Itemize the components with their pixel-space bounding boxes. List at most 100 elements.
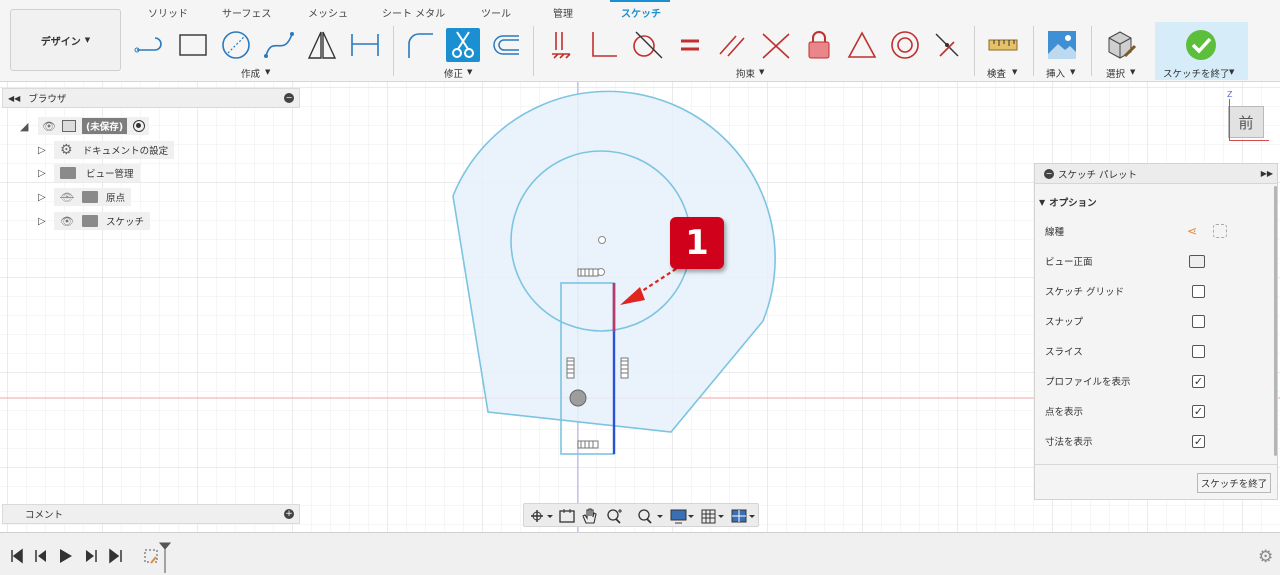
insert-group-label[interactable]: 挿入 bbox=[1046, 66, 1065, 80]
line-icon[interactable] bbox=[133, 28, 167, 62]
offset-icon[interactable] bbox=[489, 28, 523, 62]
finish-sketch-label[interactable]: スケッチを終了 bbox=[1163, 66, 1230, 80]
select-cube-icon[interactable] bbox=[1103, 28, 1137, 62]
panel-minimize-icon[interactable]: − bbox=[284, 93, 294, 103]
insert-image-icon[interactable] bbox=[1045, 28, 1079, 62]
tree-expand-icon[interactable]: ▷ bbox=[38, 145, 54, 156]
tab-sketch[interactable]: スケッチ bbox=[621, 5, 661, 20]
trim-scissors-icon[interactable] bbox=[446, 28, 480, 62]
sketch-grid-checkbox[interactable] bbox=[1192, 284, 1205, 298]
comments-panel-header[interactable]: コメント + bbox=[2, 504, 300, 524]
option-label: 点を表示 bbox=[1045, 407, 1084, 418]
center-point bbox=[598, 236, 606, 244]
timeline-settings-gear-icon[interactable]: ⚙ bbox=[1258, 547, 1273, 567]
option-row: スナップ bbox=[1045, 311, 1269, 331]
option-row: ビュー正面 bbox=[1045, 251, 1269, 271]
workspace-label: デザイン bbox=[40, 36, 81, 48]
snap-checkbox[interactable] bbox=[1192, 314, 1205, 328]
parallel-icon[interactable] bbox=[716, 28, 750, 62]
concentric-icon[interactable] bbox=[888, 28, 922, 62]
collapse-left-icon[interactable]: ◀◀ bbox=[8, 94, 20, 103]
folder-icon bbox=[60, 167, 76, 179]
palette-scrollbar[interactable] bbox=[1274, 186, 1277, 456]
spline-icon[interactable] bbox=[262, 28, 296, 62]
tab-solid[interactable]: ソリッド bbox=[148, 5, 188, 20]
active-tab-indicator bbox=[610, 0, 670, 2]
modify-group-label[interactable]: 修正 bbox=[444, 66, 463, 80]
browser-root-row[interactable]: ◢ 👁 (未保存) bbox=[20, 117, 150, 135]
workspace-switcher[interactable]: デザイン ▼ bbox=[10, 9, 121, 71]
tree-item-origin[interactable]: ▷ 👁 原点 bbox=[38, 188, 131, 206]
view-cube-axis: Z bbox=[1227, 90, 1233, 99]
tree-item-sketches[interactable]: ▷ 👁 スケッチ bbox=[38, 212, 150, 230]
navigation-bar bbox=[523, 503, 759, 527]
options-section-header[interactable]: ▼ オプション bbox=[1039, 192, 1269, 212]
option-label: 寸法を表示 bbox=[1045, 437, 1093, 448]
show-points-checkbox[interactable]: ✓ bbox=[1192, 404, 1205, 418]
option-row: スライス bbox=[1045, 341, 1269, 361]
browser-title: ブラウザ bbox=[28, 94, 67, 105]
triangle-icon[interactable] bbox=[845, 28, 879, 62]
finish-sketch-button[interactable]: スケッチを終了 bbox=[1197, 473, 1271, 493]
inspect-group-label[interactable]: 検査 bbox=[987, 66, 1006, 80]
activate-radio-icon[interactable] bbox=[133, 120, 146, 132]
tree-expand-icon[interactable]: ▷ bbox=[38, 168, 54, 179]
slice-checkbox[interactable] bbox=[1192, 344, 1205, 358]
coincident-icon[interactable] bbox=[544, 28, 578, 62]
constraints-group-label[interactable]: 拘束 bbox=[736, 66, 755, 80]
add-comment-icon[interactable]: + bbox=[284, 509, 294, 519]
palette-header[interactable]: − スケッチ パレット ▶▶ bbox=[1035, 164, 1277, 184]
view-cube-x-axis bbox=[1229, 140, 1269, 141]
tab-mesh[interactable]: メッシュ bbox=[308, 5, 348, 20]
view-cube-face: 前 bbox=[1238, 113, 1254, 132]
caret-down-icon: ▼ bbox=[1039, 197, 1046, 207]
circle-icon[interactable] bbox=[219, 28, 253, 62]
folder-icon bbox=[81, 215, 98, 227]
mirror-icon[interactable] bbox=[305, 28, 339, 62]
tree-expand-icon[interactable]: ▷ bbox=[38, 216, 54, 227]
create-group-label[interactable]: 作成 bbox=[241, 66, 260, 80]
view-cube[interactable]: 前 bbox=[1228, 106, 1264, 138]
midpoint-icon[interactable] bbox=[930, 28, 964, 62]
fix-lock-icon[interactable] bbox=[802, 28, 836, 62]
tab-tools[interactable]: ツール bbox=[481, 5, 511, 20]
rectangle-icon[interactable] bbox=[176, 28, 210, 62]
tab-manage[interactable]: 管理 bbox=[553, 5, 573, 20]
tangent-icon[interactable] bbox=[630, 28, 664, 62]
tab-sheet-metal[interactable]: シート メタル bbox=[382, 5, 445, 20]
expand-right-icon[interactable]: ▶▶ bbox=[1261, 169, 1273, 178]
option-row: プロファイルを表示 ✓ bbox=[1045, 371, 1269, 391]
browser-panel-header[interactable]: ◀◀ ブラウザ − bbox=[2, 88, 300, 108]
look-at-icon[interactable] bbox=[1189, 254, 1205, 268]
horizontal-vertical-icon[interactable] bbox=[759, 28, 793, 62]
show-dimensions-checkbox[interactable]: ✓ bbox=[1192, 434, 1205, 448]
centerline-icon[interactable] bbox=[1213, 224, 1227, 238]
show-profile-checkbox[interactable]: ✓ bbox=[1192, 374, 1205, 388]
tree-item-view-management[interactable]: ▷ ビュー管理 bbox=[38, 164, 140, 182]
chevron-down-icon: ▼ bbox=[759, 68, 765, 76]
eye-icon[interactable]: 👁 bbox=[60, 215, 74, 228]
timeline-controls bbox=[11, 542, 172, 573]
palette-minimize-icon[interactable]: − bbox=[1044, 168, 1054, 179]
tab-surface[interactable]: サーフェス bbox=[222, 5, 271, 20]
go-to-end-icon bbox=[109, 548, 122, 564]
construction-line-icon[interactable]: ⋖ bbox=[1187, 224, 1197, 238]
eye-icon[interactable]: 👁 bbox=[42, 120, 56, 133]
hidden-eye-icon[interactable]: 👁 bbox=[60, 191, 74, 204]
tree-item-document-settings[interactable]: ▷ ⚙ ドキュメントの設定 bbox=[38, 141, 175, 159]
chevron-down-icon: ▼ bbox=[1130, 68, 1136, 76]
finish-checkmark-icon[interactable] bbox=[1184, 28, 1218, 62]
equal-icon[interactable] bbox=[673, 28, 707, 62]
tree-expand-icon[interactable]: ◢ bbox=[20, 120, 38, 133]
palette-title: スケッチ パレット bbox=[1058, 169, 1138, 181]
dimension-icon[interactable] bbox=[348, 28, 382, 62]
tree-expand-icon[interactable]: ▷ bbox=[38, 192, 54, 203]
perpendicular-icon[interactable] bbox=[587, 28, 621, 62]
select-group-label[interactable]: 選択 bbox=[1106, 66, 1125, 80]
measure-ruler-icon[interactable] bbox=[986, 28, 1020, 62]
fillet-icon[interactable] bbox=[403, 28, 437, 62]
comments-title: コメント bbox=[25, 510, 64, 521]
root-component-label[interactable]: (未保存) bbox=[81, 118, 128, 134]
toolbar-divider bbox=[533, 26, 534, 76]
step-back-icon bbox=[35, 550, 46, 562]
